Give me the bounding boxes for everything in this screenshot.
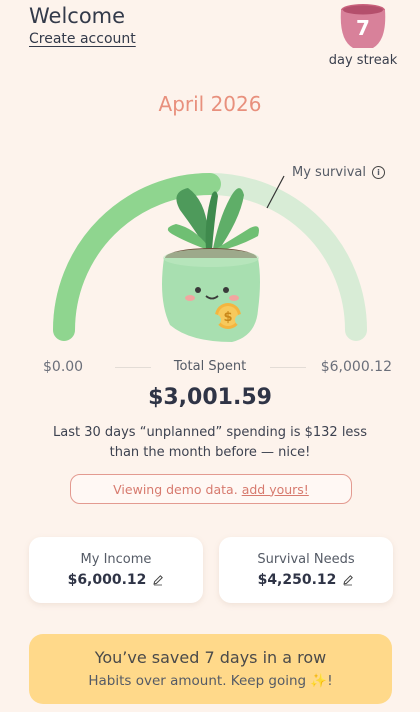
demo-data-banner: Viewing demo data. add yours!: [70, 474, 352, 504]
info-icon[interactable]: i: [371, 166, 385, 179]
survival-label: My survival i: [292, 165, 385, 180]
welcome-title: Welcome: [29, 4, 126, 28]
spending-gauge: $: [53, 173, 367, 342]
streak-label: day streak: [328, 53, 398, 68]
demo-text: Viewing demo data.: [113, 481, 238, 497]
survival-needs-card[interactable]: Survival Needs $4,250.12: [219, 537, 393, 603]
edit-pencil-icon[interactable]: [342, 574, 354, 586]
survival-text: My survival: [292, 165, 366, 180]
income-value: $6,000.12: [67, 572, 147, 588]
income-card[interactable]: My Income $6,000.12: [29, 537, 203, 603]
streak-count: 7: [356, 16, 370, 40]
edit-pencil-icon[interactable]: [152, 574, 164, 586]
svg-text:$: $: [223, 310, 232, 325]
gauge-max-label: $6,000.12: [320, 359, 392, 375]
income-title: My Income: [80, 552, 152, 567]
banner-title: You’ve saved 7 days in a row: [94, 648, 327, 667]
needs-value: $4,250.12: [257, 572, 337, 588]
needs-value-row: $4,250.12: [258, 572, 355, 588]
divider: [270, 367, 306, 368]
banner-subtitle: Habits over amount. Keep going ✨!: [88, 673, 333, 689]
spending-insight: Last 30 days “unplanned” spending is $13…: [53, 425, 367, 460]
month-title: April 2026: [158, 92, 262, 116]
page: Welcome Create account 7 day streak Apri…: [0, 0, 420, 712]
streak-banner: You’ve saved 7 days in a row Habits over…: [29, 634, 392, 704]
add-yours-link[interactable]: add yours!: [242, 482, 309, 497]
plant-mascot-icon: $: [162, 188, 260, 342]
total-spent-amount: $3,001.59: [148, 385, 272, 410]
pot-icon: 7: [335, 2, 391, 52]
create-account-link[interactable]: Create account: [29, 31, 136, 47]
needs-title: Survival Needs: [257, 552, 355, 567]
streak-badge[interactable]: 7 day streak: [326, 2, 400, 68]
income-value-row: $6,000.12: [68, 572, 165, 588]
